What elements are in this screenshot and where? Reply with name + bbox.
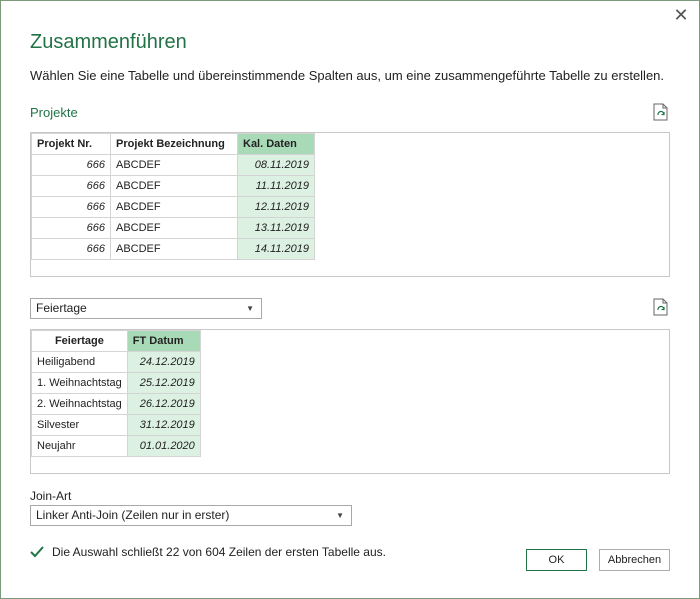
table-cell: 11.11.2019 xyxy=(237,175,315,197)
table-cell: ABCDEF xyxy=(110,238,238,260)
table-cell: 26.12.2019 xyxy=(126,393,201,415)
merge-dialog: ✕ Zusammenführen Wählen Sie eine Tabelle… xyxy=(0,0,700,599)
column-header-ft-datum[interactable]: FT Datum xyxy=(126,330,201,352)
second-table-preview: Feiertage FT Datum Heiligabend 24.12.201… xyxy=(30,329,670,474)
table-row: Heiligabend 24.12.2019 xyxy=(31,351,201,373)
dialog-title: Zusammenführen xyxy=(30,31,187,53)
chevron-down-icon: ▼ xyxy=(246,304,254,313)
table-cell: 666 xyxy=(31,238,111,260)
join-kind-select-value: Linker Anti-Join (Zeilen nur in erster) xyxy=(36,508,230,522)
refresh-preview-icon[interactable] xyxy=(653,298,669,316)
second-table-select[interactable]: Feiertage ▼ xyxy=(30,298,262,319)
join-kind-select[interactable]: Linker Anti-Join (Zeilen nur in erster) … xyxy=(30,505,352,526)
table-cell: 13.11.2019 xyxy=(237,217,315,239)
table-row: 666 ABCDEF 14.11.2019 xyxy=(31,238,315,260)
cancel-button[interactable]: Abbrechen xyxy=(599,549,670,571)
chevron-down-icon: ▼ xyxy=(336,511,344,520)
column-header-kal-daten[interactable]: Kal. Daten xyxy=(237,133,315,155)
table-cell: 666 xyxy=(31,175,111,197)
column-header-feiertage[interactable]: Feiertage xyxy=(31,330,128,352)
first-table-preview: Projekt Nr. Projekt Bezeichnung Kal. Dat… xyxy=(30,132,670,277)
status-text: Die Auswahl schließt 22 von 604 Zeilen d… xyxy=(52,545,386,559)
table-row: 666 ABCDEF 12.11.2019 xyxy=(31,196,315,218)
table-cell: ABCDEF xyxy=(110,217,238,239)
second-table-select-value: Feiertage xyxy=(36,301,87,315)
table-row: 666 ABCDEF 13.11.2019 xyxy=(31,217,315,239)
table-cell: 666 xyxy=(31,217,111,239)
table-cell: Neujahr xyxy=(31,435,128,457)
table-cell: 2. Weihnachtstag xyxy=(31,393,128,415)
table-cell: Heiligabend xyxy=(31,351,128,373)
table-row: Neujahr 01.01.2020 xyxy=(31,435,201,457)
table-row: 666 ABCDEF 11.11.2019 xyxy=(31,175,315,197)
first-table-label: Projekte xyxy=(30,105,78,120)
close-icon[interactable]: ✕ xyxy=(671,5,691,25)
table-cell: 01.01.2020 xyxy=(126,435,201,457)
table-cell: 12.11.2019 xyxy=(237,196,315,218)
table-row: 2. Weihnachtstag 26.12.2019 xyxy=(31,393,201,415)
table-cell: 24.12.2019 xyxy=(126,351,201,373)
status-message: Die Auswahl schließt 22 von 604 Zeilen d… xyxy=(30,545,386,559)
table-cell: 25.12.2019 xyxy=(126,372,201,394)
table-row: Silvester 31.12.2019 xyxy=(31,414,201,436)
table-cell: ABCDEF xyxy=(110,154,238,176)
checkmark-icon xyxy=(30,546,44,558)
first-table-grid: Projekt Nr. Projekt Bezeichnung Kal. Dat… xyxy=(31,133,315,260)
table-cell: Silvester xyxy=(31,414,128,436)
second-table-grid: Feiertage FT Datum Heiligabend 24.12.201… xyxy=(31,330,201,457)
join-kind-label: Join-Art xyxy=(30,489,72,503)
table-cell: 14.11.2019 xyxy=(237,238,315,260)
column-header-projekt-bezeichnung[interactable]: Projekt Bezeichnung xyxy=(110,133,238,155)
dialog-subtitle: Wählen Sie eine Tabelle und übereinstimm… xyxy=(30,68,665,83)
ok-button[interactable]: OK xyxy=(526,549,587,571)
table-cell: 08.11.2019 xyxy=(237,154,315,176)
table-cell: ABCDEF xyxy=(110,175,238,197)
refresh-preview-icon[interactable] xyxy=(653,103,669,121)
table-cell: 666 xyxy=(31,196,111,218)
column-header-projekt-nr[interactable]: Projekt Nr. xyxy=(31,133,111,155)
table-cell: 31.12.2019 xyxy=(126,414,201,436)
table-row: 666 ABCDEF 08.11.2019 xyxy=(31,154,315,176)
table-cell: 1. Weihnachtstag xyxy=(31,372,128,394)
table-row: 1. Weihnachtstag 25.12.2019 xyxy=(31,372,201,394)
table-cell: ABCDEF xyxy=(110,196,238,218)
table-cell: 666 xyxy=(31,154,111,176)
